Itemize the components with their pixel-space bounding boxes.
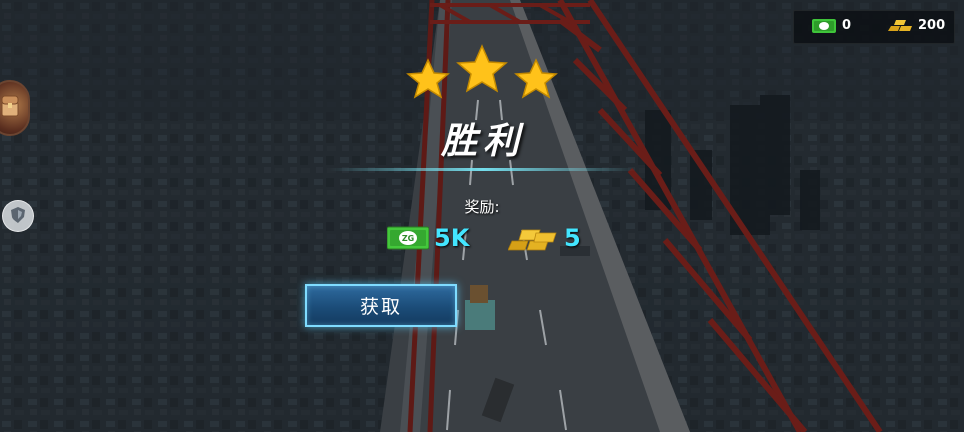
- shield-icon: [11, 207, 25, 223]
- gold-bars-icon: [508, 229, 557, 251]
- victory-title: 胜利: [440, 121, 525, 162]
- rating-stars: [406, 44, 558, 99]
- cash-icon: ZG: [387, 226, 429, 250]
- cash-icon-text: ZG: [402, 234, 414, 243]
- cash-amount: 0: [842, 18, 852, 33]
- claim-button-label: 获取: [359, 296, 402, 318]
- gold-bars-icon: [888, 20, 912, 31]
- currency-bar: 0 200: [793, 10, 955, 44]
- star-icon: [406, 58, 450, 99]
- title-divider: [330, 168, 636, 171]
- reward-cash-amount: 5K: [434, 224, 470, 252]
- treasure-chest-icon: [1, 95, 19, 117]
- star-icon: [514, 58, 558, 99]
- reward-gold-amount: 5: [564, 224, 581, 252]
- treasure-chest-button[interactable]: [0, 80, 30, 136]
- gold-amount: 200: [918, 18, 946, 33]
- star-icon: [456, 44, 508, 93]
- cash-icon: [812, 19, 836, 33]
- claim-button[interactable]: 获取: [305, 284, 457, 327]
- shield-button[interactable]: [2, 200, 34, 232]
- rewards-label: 奖励:: [464, 198, 500, 216]
